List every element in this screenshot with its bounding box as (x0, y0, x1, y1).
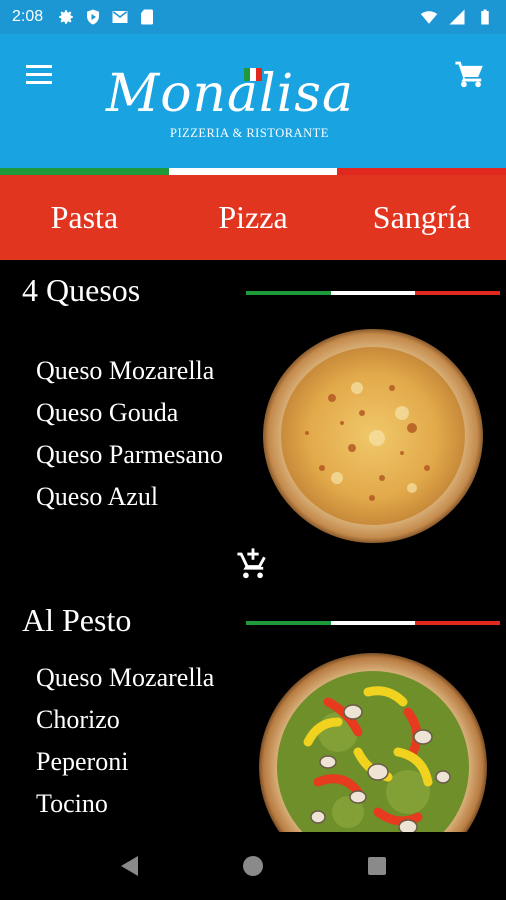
recents-square-icon[interactable] (363, 852, 391, 880)
status-bar: 2:08 (0, 0, 506, 34)
shield-icon (87, 9, 100, 25)
pizza-image (263, 329, 483, 543)
menu-list: 4 Quesos Queso Mozarella Queso Gouda Que… (0, 260, 506, 832)
ingredient: Chorizo (36, 705, 120, 734)
wifi-icon (420, 11, 438, 24)
ingredient: Queso Parmesano (36, 440, 224, 469)
tab-pizza[interactable]: Pizza (169, 199, 338, 236)
app-bar: Monalisa PIZZERIA & RISTORANTE (0, 34, 506, 168)
ingredient-list: Queso Mozarella Chorizo Peperoni Tocino (36, 657, 214, 825)
system-nav-bar (0, 832, 506, 900)
ingredient: Tocino (36, 789, 108, 818)
home-circle-icon[interactable] (239, 852, 267, 880)
gmail-icon (112, 11, 128, 23)
ingredient: Queso Gouda (36, 398, 179, 427)
ingredient: Peperoni (36, 747, 129, 776)
title-divider (246, 291, 501, 295)
item-title: 4 Quesos (22, 272, 141, 308)
tab-sangria[interactable]: Sangría (337, 199, 506, 236)
brand-logo: Monalisa PIZZERIA & RISTORANTE (106, 64, 406, 150)
hamburger-menu-icon[interactable] (24, 62, 54, 88)
ingredient: Queso Mozarella (36, 663, 215, 692)
gear-icon (59, 10, 73, 24)
ingredient: Queso Azul (36, 482, 159, 511)
logo-subtitle: PIZZERIA & RISTORANTE (170, 126, 329, 140)
signal-icon (449, 9, 465, 25)
italy-flag-stripe (0, 168, 506, 175)
logo-text: Monalisa (106, 64, 354, 124)
tab-pasta[interactable]: Pasta (0, 199, 169, 236)
ingredient: Queso Mozarella (36, 356, 215, 385)
add-shopping-cart-icon[interactable] (236, 547, 270, 581)
shopping-cart-icon[interactable] (454, 56, 488, 90)
status-time: 2:08 (12, 8, 44, 25)
title-divider (246, 621, 501, 625)
item-title: Al Pesto (22, 602, 132, 638)
sd-card-icon (141, 9, 154, 25)
category-tabs: Pasta Pizza Sangría (0, 175, 506, 260)
ingredient-list: Queso Mozarella Queso Gouda Queso Parmes… (36, 350, 223, 518)
back-triangle-icon[interactable] (115, 852, 143, 880)
battery-icon (481, 9, 489, 25)
pizza-image (259, 653, 487, 832)
